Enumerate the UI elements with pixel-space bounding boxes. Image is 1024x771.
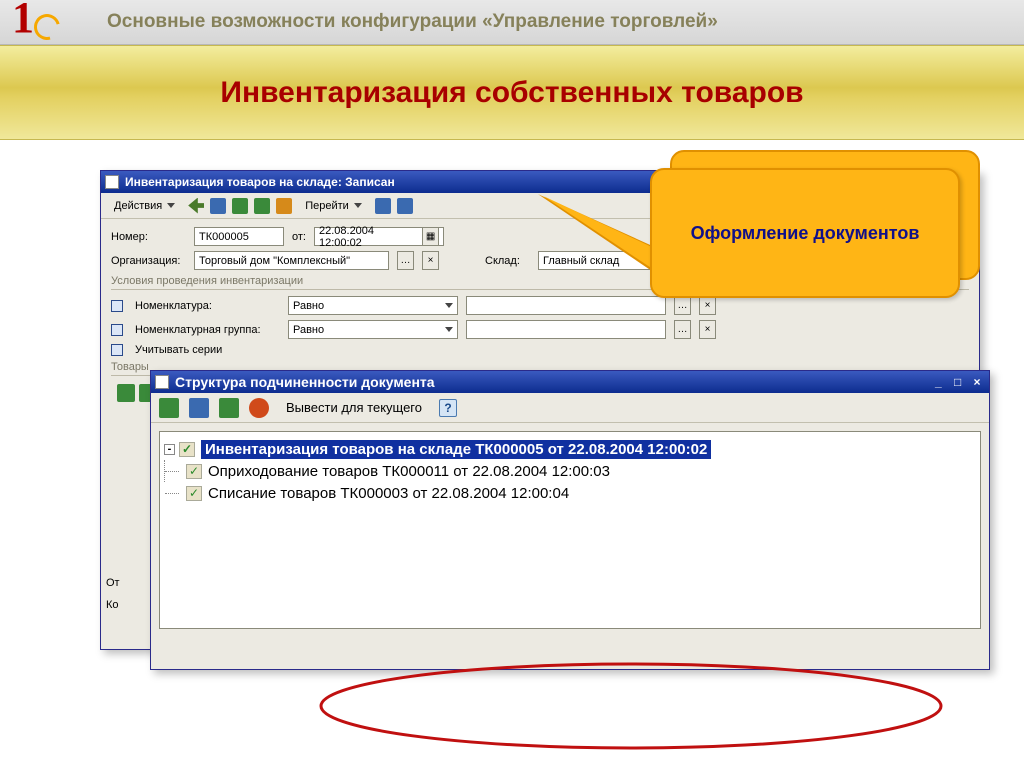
toolbar-icon[interactable] bbox=[159, 398, 179, 418]
checkbox-series[interactable] bbox=[111, 344, 123, 356]
back-icon[interactable] bbox=[188, 198, 204, 214]
slide-title-band: Инвентаризация собственных товаров bbox=[0, 45, 1024, 140]
window-structure-title: Структура подчиненности документа bbox=[175, 374, 435, 390]
select-cond-nomen-group[interactable]: Равно bbox=[288, 320, 458, 339]
input-nomen-value[interactable] bbox=[466, 296, 666, 315]
document-icon bbox=[155, 375, 169, 389]
date-picker-icon[interactable]: ▦ bbox=[422, 227, 439, 246]
document-icon bbox=[105, 175, 119, 189]
label-date-prefix: от: bbox=[292, 231, 306, 243]
help-icon[interactable]: ? bbox=[439, 399, 457, 417]
collapse-icon[interactable]: - bbox=[164, 444, 175, 455]
tree-child[interactable]: Оприходование товаров ТК000011 от 22.08.… bbox=[164, 460, 976, 482]
clear-button[interactable]: × bbox=[422, 251, 439, 270]
label-org: Организация: bbox=[111, 255, 186, 267]
window-structure: Структура подчиненности документа _ □ × … bbox=[150, 370, 990, 670]
slide-title: Инвентаризация собственных товаров bbox=[220, 76, 803, 110]
document-icon bbox=[186, 486, 202, 501]
toolbar-icon[interactable] bbox=[219, 398, 239, 418]
window-structure-titlebar[interactable]: Структура подчиненности документа _ □ × bbox=[151, 371, 989, 393]
slide-subtitle: Основные возможности конфигурации «Управ… bbox=[107, 11, 718, 33]
tree-child[interactable]: Списание товаров ТК000003 от 22.08.2004 … bbox=[164, 482, 976, 504]
lookup-button[interactable]: … bbox=[674, 320, 691, 339]
label-series: Учитывать серии bbox=[135, 344, 222, 356]
actions-menu[interactable]: Действия bbox=[107, 197, 182, 215]
refresh-icon[interactable] bbox=[249, 398, 269, 418]
tree-root[interactable]: - Инвентаризация товаров на складе ТК000… bbox=[164, 438, 976, 460]
document-icon bbox=[179, 442, 195, 457]
close-button[interactable]: × bbox=[969, 375, 985, 389]
add-row-icon[interactable] bbox=[117, 384, 135, 402]
toolbar-icon[interactable] bbox=[232, 198, 248, 214]
input-org[interactable]: Торговый дом "Комплексный" bbox=[194, 251, 389, 270]
label-nomen: Номенклатура: bbox=[135, 300, 280, 312]
input-number[interactable]: ТК000005 bbox=[194, 227, 284, 246]
document-icon bbox=[186, 464, 202, 479]
select-cond-nomen[interactable]: Равно bbox=[288, 296, 458, 315]
minimize-button[interactable]: _ bbox=[930, 375, 946, 389]
input-date[interactable]: 22.08.2004 12:00:02 ▦ bbox=[314, 227, 444, 246]
label-number: Номер: bbox=[111, 231, 186, 243]
lookup-button[interactable]: … bbox=[674, 296, 691, 315]
goto-menu[interactable]: Перейти bbox=[298, 197, 369, 215]
lookup-button[interactable]: … bbox=[397, 251, 414, 270]
toolbar-icon[interactable] bbox=[189, 398, 209, 418]
toolbar-icon[interactable] bbox=[375, 198, 391, 214]
label-sklad: Склад: bbox=[485, 255, 530, 267]
output-current-button[interactable]: Вывести для текущего bbox=[279, 397, 429, 418]
checkbox-nomen-group[interactable] bbox=[111, 324, 123, 336]
slide-header: 1 Основные возможности конфигурации «Упр… bbox=[0, 0, 1024, 45]
toolbar-icon[interactable] bbox=[210, 198, 226, 214]
label-nomen-group: Номенклатурная группа: bbox=[135, 324, 280, 336]
footer-label: От bbox=[106, 577, 120, 589]
logo-1c: 1 bbox=[12, 0, 62, 50]
checkbox-nomen[interactable] bbox=[111, 300, 123, 312]
toolbar-icon[interactable] bbox=[276, 198, 292, 214]
clear-button[interactable]: × bbox=[699, 296, 716, 315]
maximize-button[interactable]: □ bbox=[950, 375, 966, 389]
footer-label: Ко bbox=[106, 599, 119, 611]
callout-bubble: Оформление документов bbox=[650, 168, 960, 298]
window-structure-toolbar: Вывести для текущего ? bbox=[151, 393, 989, 423]
window-inventory-title: Инвентаризация товаров на складе: Записа… bbox=[125, 175, 395, 189]
annotation-oval bbox=[306, 661, 976, 771]
callout-text: Оформление документов bbox=[691, 223, 920, 244]
toolbar-icon[interactable] bbox=[254, 198, 270, 214]
toolbar-icon[interactable] bbox=[397, 198, 413, 214]
document-tree[interactable]: - Инвентаризация товаров на складе ТК000… bbox=[159, 431, 981, 629]
clear-button[interactable]: × bbox=[699, 320, 716, 339]
input-nomen-group-value[interactable] bbox=[466, 320, 666, 339]
